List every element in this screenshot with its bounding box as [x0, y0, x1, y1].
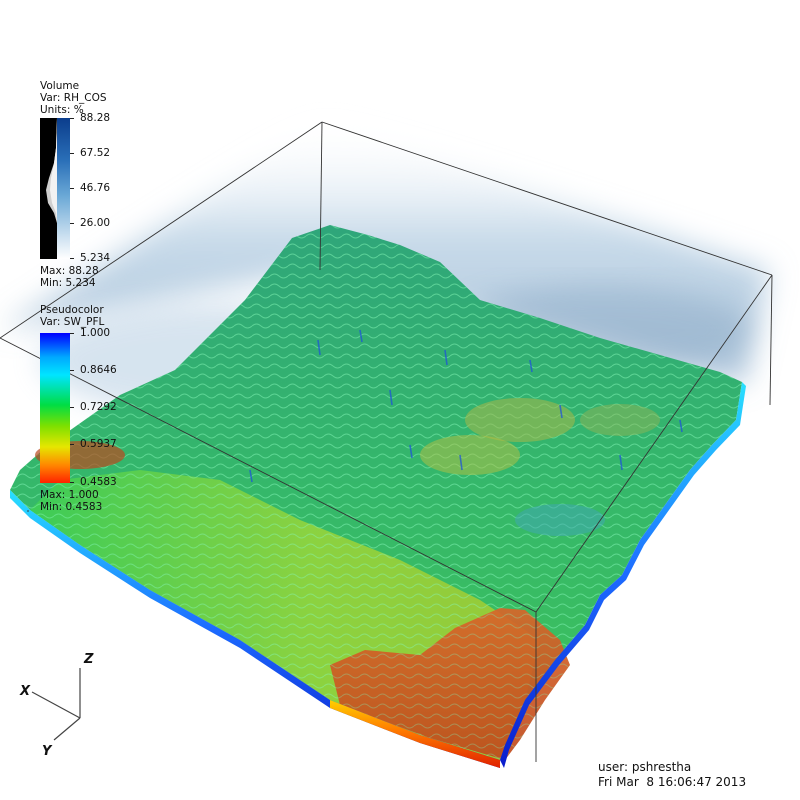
- user-label: user: pshrestha: [598, 760, 692, 774]
- volume-histogram-bar: [40, 118, 57, 259]
- pseudocolor-legend-max: Max: 1.000: [40, 489, 99, 501]
- visualization-canvas[interactable]: [0, 0, 800, 800]
- volume-legend-var: Var: RH_COS: [40, 92, 107, 104]
- volume-tick-2: 46.76: [80, 182, 111, 194]
- pseudocolor-legend-min: Min: 0.4583: [40, 501, 103, 513]
- pseudocolor-tick-1: 0.8646: [80, 364, 117, 376]
- pseudocolor-colorbar: [40, 333, 70, 483]
- volume-legend-max: Max: 88.28: [40, 265, 99, 277]
- axis-label-x: X: [20, 684, 31, 699]
- volume-tick-1: 67.52: [80, 147, 111, 159]
- axis-label-y: Y: [42, 744, 52, 759]
- volume-legend-units: Units: %: [40, 104, 84, 116]
- pseudocolor-tick-3: 0.5937: [80, 438, 117, 450]
- pseudocolor-tick-2: 0.7292: [80, 401, 117, 413]
- axis-label-z: Z: [84, 652, 94, 667]
- timestamp-label: Fri Mar 8 16:06:47 2013: [598, 775, 747, 789]
- pseudocolor-legend-title: Pseudocolor: [40, 304, 104, 316]
- volume-tick-3: 26.00: [80, 217, 111, 229]
- pseudocolor-tick-4: 0.4583: [80, 476, 117, 488]
- axis-triad: [31, 668, 81, 741]
- volume-tick-0: 88.28: [80, 112, 111, 124]
- pseudocolor-tick-0: 1.000: [80, 327, 111, 339]
- volume-legend-title: Volume: [40, 80, 80, 92]
- volume-legend-min: Min: 5.234: [40, 277, 96, 289]
- volume-colorbar: [57, 118, 70, 259]
- volume-tick-4: 5.234: [80, 252, 111, 264]
